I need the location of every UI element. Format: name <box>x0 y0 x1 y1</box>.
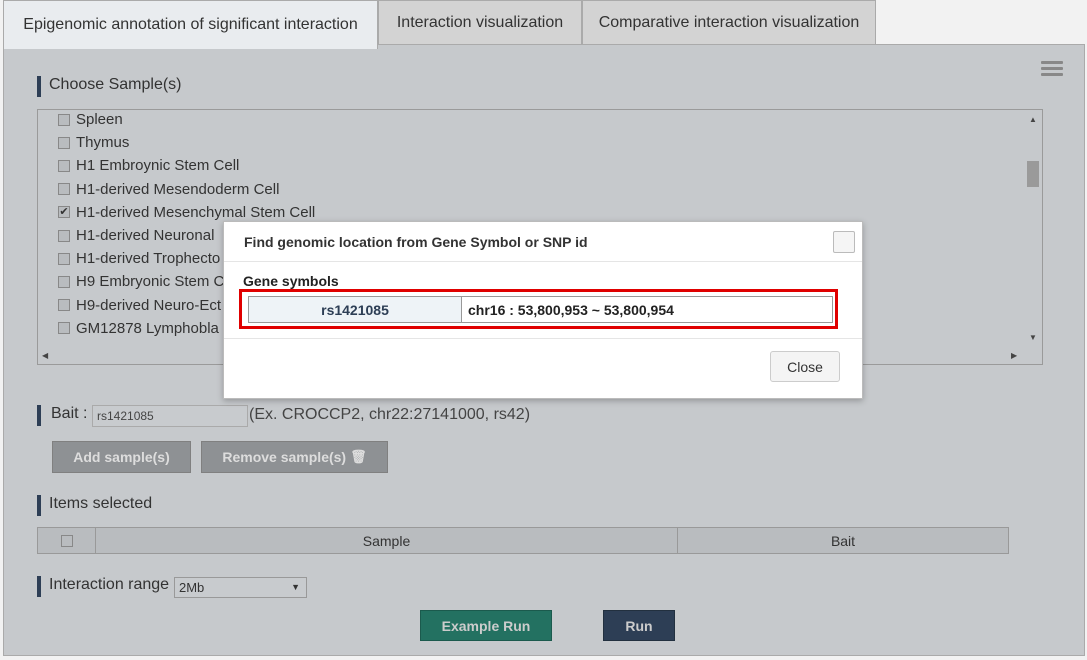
scroll-left-icon[interactable]: ◀ <box>42 351 48 360</box>
sample-label: H1-derived Mesenchymal Stem Cell <box>76 203 316 221</box>
result-snp-id[interactable]: rs1421085 <box>249 297 462 322</box>
sample-label: H9 Embryonic Stem C <box>76 273 225 291</box>
sample-label: Thymus <box>76 134 130 152</box>
sample-label: Spleen <box>76 111 123 129</box>
bait-input[interactable]: rs1421085 <box>92 405 248 427</box>
result-row: rs1421085 chr16 : 53,800,953 ~ 53,800,95… <box>248 296 833 323</box>
scroll-down-icon[interactable]: ▼ <box>1029 333 1037 342</box>
sample-label: H1-derived Mesendoderm Cell <box>76 180 280 198</box>
scroll-thumb[interactable] <box>1027 161 1039 187</box>
bait-label: Bait : <box>37 405 87 426</box>
trash-icon: 🗑 <box>350 449 367 464</box>
column-sample: Sample <box>96 528 678 553</box>
checkbox[interactable] <box>58 322 70 335</box>
checkbox[interactable] <box>58 183 70 196</box>
column-bait: Bait <box>830 532 856 549</box>
modal-title: Find genomic location from Gene Symbol o… <box>224 222 862 262</box>
result-highlight: rs1421085 chr16 : 53,800,953 ~ 53,800,95… <box>239 289 838 329</box>
result-location: chr16 : 53,800,953 ~ 53,800,954 <box>462 297 832 322</box>
choose-samples-title: Choose Sample(s) <box>37 76 182 97</box>
sample-label: GM12878 Lymphobla <box>76 319 219 337</box>
checkbox[interactable] <box>58 275 70 288</box>
checkbox[interactable] <box>58 299 70 312</box>
sample-item-h1-esc[interactable]: H1 Embroynic Stem Cell <box>58 154 1038 177</box>
example-run-button[interactable]: Example Run <box>420 610 552 641</box>
add-samples-button[interactable]: Add sample(s) <box>52 441 191 473</box>
checkbox[interactable] <box>58 113 70 126</box>
checkbox-checked[interactable]: ✔ <box>58 206 70 219</box>
select-all-checkbox-cell[interactable] <box>38 528 96 553</box>
sample-item-spleen[interactable]: Spleen <box>58 108 1038 131</box>
remove-samples-label: Remove sample(s) <box>222 449 347 465</box>
run-button[interactable]: Run <box>603 610 675 641</box>
hamburger-menu-icon[interactable] <box>1041 61 1063 78</box>
checkbox[interactable] <box>58 252 70 265</box>
interaction-range-select[interactable]: 2Mb ▼ <box>174 577 307 598</box>
sample-label: H1-derived Trophecto <box>76 250 221 268</box>
tab-interaction-visualization[interactable]: Interaction visualization <box>378 0 582 44</box>
modal-divider <box>224 338 862 339</box>
tab-comparative-visualization[interactable]: Comparative interaction visualization <box>582 0 876 44</box>
bait-hint: (Ex. CROCCP2, chr22:27141000, rs42) <box>249 406 531 423</box>
tab-bar: Epigenomic annotation of significant int… <box>0 0 1087 49</box>
sample-item-h1-mesendoderm[interactable]: H1-derived Mesendoderm Cell <box>58 178 1038 201</box>
close-button[interactable]: Close <box>770 351 840 382</box>
scroll-right-icon[interactable]: ▶ <box>1011 351 1017 360</box>
remove-samples-button[interactable]: Remove sample(s) 🗑 <box>201 441 388 473</box>
sample-item-thymus[interactable]: Thymus <box>58 131 1038 154</box>
checkbox[interactable] <box>58 229 70 242</box>
gene-symbols-label: Gene symbols <box>243 273 339 289</box>
vertical-scrollbar[interactable]: ▲ ▼ <box>1025 111 1041 349</box>
chevron-down-icon: ▼ <box>291 582 300 592</box>
items-selected-title: Items selected <box>37 495 152 516</box>
interaction-range-value: 2Mb <box>179 580 205 595</box>
interaction-range-label: Interaction range <box>37 576 169 597</box>
items-selected-table-header: Sample Bait <box>37 527 1009 554</box>
tab-epigenomic-annotation[interactable]: Epigenomic annotation of significant int… <box>3 0 378 49</box>
checkbox[interactable] <box>58 136 70 149</box>
close-icon[interactable] <box>833 231 855 253</box>
scroll-up-icon[interactable]: ▲ <box>1029 115 1037 124</box>
checkbox[interactable] <box>58 159 70 172</box>
gene-lookup-modal: Find genomic location from Gene Symbol o… <box>223 221 863 399</box>
sample-label: H1 Embroynic Stem Cell <box>76 157 240 175</box>
sample-label: H1-derived Neuronal <box>76 227 215 245</box>
select-all-checkbox[interactable] <box>60 534 73 547</box>
sample-label: H9-derived Neuro-Ect <box>76 296 222 314</box>
